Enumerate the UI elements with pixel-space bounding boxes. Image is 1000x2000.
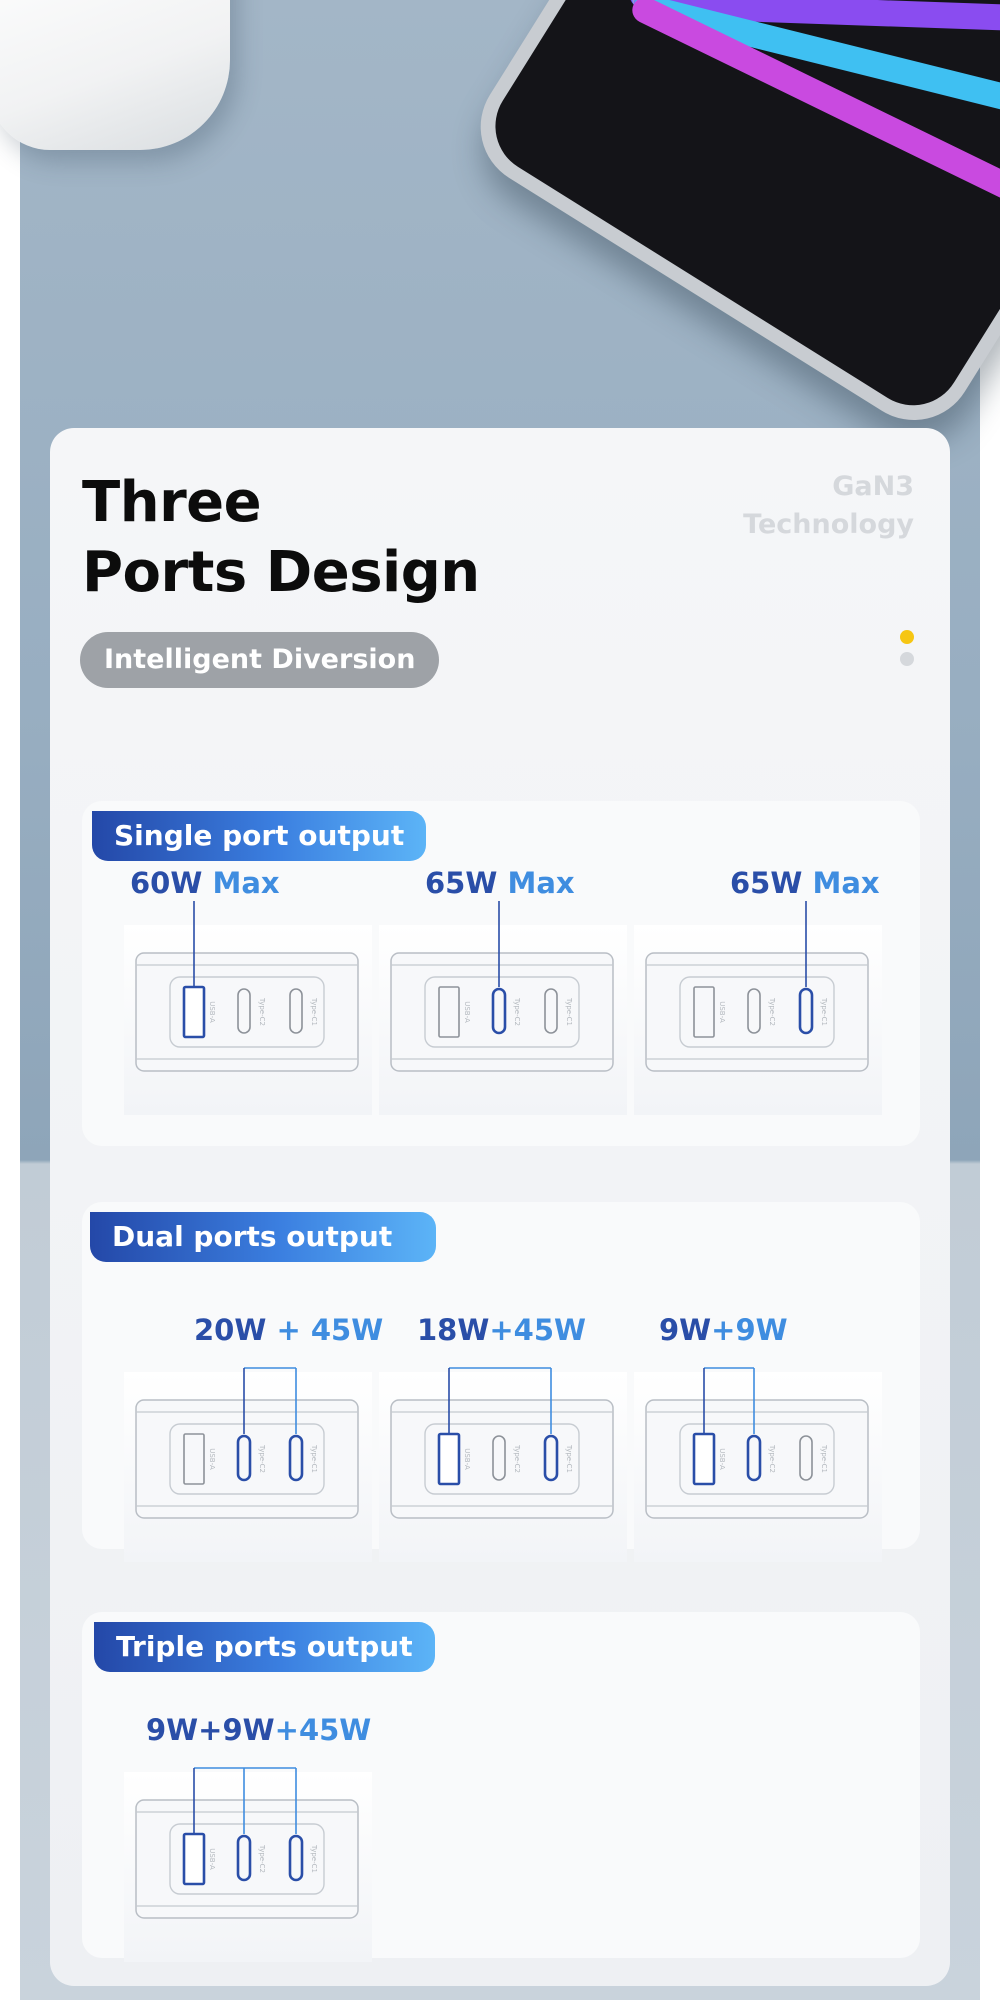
title-line-2: Ports Design xyxy=(82,540,480,605)
charger-body xyxy=(390,1399,614,1519)
section-label: Triple ports output xyxy=(94,1622,435,1672)
triple-ports-item-1: USB-A Type-C2 Type-C1 9W+9W+45W xyxy=(124,1712,372,1982)
port-label-c2: Type-C2 xyxy=(258,1444,266,1473)
dual-ports-item-3: USB-A Type-C2 Type-C1 9W+9W xyxy=(634,1312,882,1582)
intelligent-diversion-badge: Intelligent Diversion xyxy=(80,632,440,688)
wattage-label: 9W+9W xyxy=(659,1313,788,1347)
dual-ports-item-1: USB-A Type-C2 Type-C1 20W + 45W xyxy=(124,1312,383,1582)
tablet-image xyxy=(458,0,1000,443)
tablet-screen xyxy=(477,0,1000,424)
ports-design-card: Three Ports Design Intelligent Diversion… xyxy=(50,428,950,1986)
charger-diagram: USB-A Type-C2 Type-C1 xyxy=(645,901,869,1072)
dual-ports-item-2: USB-A Type-C2 Type-C1 18W+45W xyxy=(379,1312,627,1582)
dual-ports-section: Dual ports output USB-A Type-C2 Type-C1 20… xyxy=(82,1202,920,1562)
port-label-c1: Type-C1 xyxy=(310,1844,318,1873)
gan-technology-label: GaN3 Technology xyxy=(743,468,914,544)
carousel-dot-inactive[interactable] xyxy=(900,652,914,666)
charger-diagram: USB-A Type-C2 Type-C1 xyxy=(135,1767,359,1919)
port-a-active xyxy=(182,1832,206,1886)
port-a-active xyxy=(182,985,206,1039)
port-label-c1: Type-C1 xyxy=(820,1444,828,1473)
triple-ports-section: Triple ports output USB-A Type-C2 Type-C1 … xyxy=(82,1612,920,1962)
port-label-a: USB-A xyxy=(463,1001,471,1023)
charger-diagram: USB-A Type-C2 Type-C1 xyxy=(390,1367,614,1519)
port-label-c1: Type-C1 xyxy=(310,997,318,1026)
port-label-a: USB-A xyxy=(208,1001,216,1023)
charger-body xyxy=(645,952,869,1072)
section-label: Dual ports output xyxy=(90,1212,437,1262)
port-label-c2: Type-C2 xyxy=(513,1444,521,1473)
port-label-a: USB-A xyxy=(208,1448,216,1470)
page-title: Three Ports Design xyxy=(82,468,480,608)
section-label: Single port output xyxy=(92,811,427,861)
port-a-active xyxy=(692,1432,716,1486)
single-port-item-2: USB-A Type-C2 Type-C1 65W Max xyxy=(379,865,627,1135)
wattage-label: 20W + 45W xyxy=(194,1313,384,1347)
charger-body xyxy=(645,1399,869,1519)
port-label-a: USB-A xyxy=(718,1448,726,1470)
port-label-c2: Type-C2 xyxy=(768,1444,776,1473)
single-port-item-1: USB-A Type-C2 Type-C1 60W Max xyxy=(124,865,372,1135)
charger-diagram: USB-A Type-C2 Type-C1 xyxy=(135,901,359,1072)
tech-line-2: Technology xyxy=(743,509,914,540)
port-label-a: USB-A xyxy=(463,1448,471,1470)
charger-diagram: USB-A Type-C2 Type-C1 xyxy=(390,901,614,1072)
port-a-active xyxy=(437,1432,461,1486)
wattage-label: 9W+9W+45W xyxy=(146,1713,372,1747)
single-port-item-3: USB-A Type-C2 Type-C1 65W Max xyxy=(634,865,882,1135)
wattage-label: 18W+45W xyxy=(417,1313,587,1347)
port-label-c1: Type-C1 xyxy=(565,997,573,1026)
carousel-dot-active[interactable] xyxy=(900,630,914,644)
port-label-c2: Type-C2 xyxy=(258,1844,266,1873)
charger-diagram: USB-A Type-C2 Type-C1 xyxy=(645,1367,869,1519)
port-label-a: USB-A xyxy=(208,1848,216,1870)
wattage-label: 65W Max xyxy=(730,866,880,900)
wattage-label: 60W Max xyxy=(130,866,280,900)
port-label-c1: Type-C1 xyxy=(565,1444,573,1473)
title-line-1: Three xyxy=(82,470,262,535)
wattage-label: 65W Max xyxy=(425,866,575,900)
charger-body xyxy=(390,952,614,1072)
tech-line-1: GaN3 xyxy=(832,471,914,502)
port-label-c1: Type-C1 xyxy=(820,997,828,1026)
port-label-c2: Type-C2 xyxy=(258,997,266,1026)
port-label-c2: Type-C2 xyxy=(768,997,776,1026)
single-port-section: Single port output USB-A Type-C2 Type-C1 6… xyxy=(82,801,920,1146)
earbuds-case-image xyxy=(0,0,230,150)
port-label-c1: Type-C1 xyxy=(310,1444,318,1473)
port-label-c2: Type-C2 xyxy=(513,997,521,1026)
charger-diagram: USB-A Type-C2 Type-C1 xyxy=(135,1367,359,1519)
port-label-a: USB-A xyxy=(718,1001,726,1023)
